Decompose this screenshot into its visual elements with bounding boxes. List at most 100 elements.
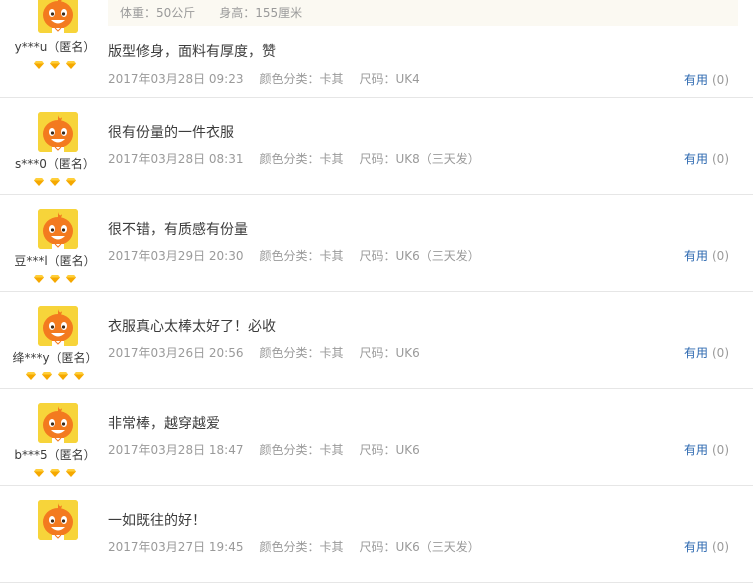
review-item: s***0（匿名） 很有份量的一件衣服 2017年03月28日 08:31 颜色分类… <box>0 98 753 195</box>
reviewer-level <box>0 57 110 71</box>
review-size: 尺码：UK8（三天发） <box>359 152 480 166</box>
review-color: 颜色分类：卡其 <box>259 152 344 166</box>
avatar[interactable] <box>38 209 78 249</box>
review-date: 2017年03月28日 08:31 <box>108 152 244 166</box>
diamond-icon <box>34 60 45 69</box>
review-item: 绛***y（匿名） 衣服真心太棒太好了！必收 2017年03月26日 20:56 颜… <box>0 292 753 389</box>
useful-count: (0) <box>712 152 729 166</box>
tmall-mascot-avatar-icon <box>38 403 78 443</box>
review-size: 尺码：UK6 <box>359 443 420 457</box>
review-content: 很不错，有质感有份量 2017年03月29日 20:30 颜色分类：卡其 尺码：UK6… <box>108 195 753 291</box>
review-content: 版型修身，面料有厚度，赞 2017年03月28日 09:23 颜色分类：卡其 尺码：U… <box>108 0 753 97</box>
review-text: 很有份量的一件衣服 <box>108 125 234 141</box>
avatar[interactable] <box>38 0 78 33</box>
review-item: 豆***l（匿名） 很不错，有质感有份量 2017年03月29日 20:30 颜色分… <box>0 195 753 292</box>
review-text: 很不错，有质感有份量 <box>108 222 248 238</box>
review-date: 2017年03月27日 19:45 <box>108 540 244 554</box>
useful-label[interactable]: 有用 <box>684 73 708 87</box>
reviewer-nick: 绛***y（匿名） <box>12 351 98 365</box>
useful-count: (0) <box>712 540 729 554</box>
review-size: 尺码：UK6（三天发） <box>359 540 480 554</box>
review-size: 尺码：UK6 <box>359 346 420 360</box>
diamond-icon <box>73 371 84 380</box>
review-text: 非常棒，越穿越爱 <box>108 416 220 432</box>
useful-label[interactable]: 有用 <box>684 249 708 263</box>
review-date: 2017年03月28日 18:47 <box>108 443 244 457</box>
diamond-icon <box>26 371 37 380</box>
avatar[interactable] <box>38 500 78 540</box>
tmall-mascot-avatar-icon <box>38 0 78 33</box>
reviewer-level <box>0 368 110 382</box>
review-meta: 2017年03月26日 20:56 颜色分类：卡其 尺码：UK6 <box>108 344 436 361</box>
diamond-icon <box>57 371 68 380</box>
review-meta: 2017年03月29日 20:30 颜色分类：卡其 尺码：UK6（三天发） <box>108 247 496 264</box>
diamond-icon <box>50 468 60 477</box>
review-size: 尺码：UK4 <box>359 72 420 86</box>
review-content: 一如既往的好！ 2017年03月27日 19:45 颜色分类：卡其 尺码：UK6（三天… <box>108 486 753 582</box>
tmall-mascot-avatar-icon <box>38 112 78 152</box>
diamond-icon <box>42 371 53 380</box>
useful-count: (0) <box>712 443 729 457</box>
useful-button[interactable]: 有用 (0) <box>684 247 729 264</box>
diamond-icon <box>65 468 76 477</box>
review-date: 2017年03月26日 20:56 <box>108 346 244 360</box>
useful-label[interactable]: 有用 <box>684 540 708 554</box>
tmall-mascot-avatar-icon <box>38 500 78 540</box>
review-content: 衣服真心太棒太好了！必收 2017年03月26日 20:56 颜色分类：卡其 尺码：U… <box>108 292 753 388</box>
review-text: 一如既往的好！ <box>108 513 206 529</box>
diamond-icon <box>50 177 60 186</box>
review-size: 尺码：UK6（三天发） <box>359 249 480 263</box>
diamond-icon <box>65 274 76 283</box>
reviewer-nick: 豆***l（匿名） <box>14 254 96 268</box>
useful-label[interactable]: 有用 <box>684 443 708 457</box>
review-color: 颜色分类：卡其 <box>259 443 344 457</box>
avatar[interactable] <box>38 403 78 443</box>
reviewer <box>0 486 116 582</box>
diamond-icon <box>50 60 60 69</box>
review-color: 颜色分类：卡其 <box>259 346 344 360</box>
useful-count: (0) <box>712 346 729 360</box>
reviewer: y***u（匿名） <box>0 0 116 89</box>
diamond-icon <box>50 274 60 283</box>
review-date: 2017年03月28日 09:23 <box>108 72 244 86</box>
useful-button[interactable]: 有用 (0) <box>684 71 729 88</box>
tmall-mascot-avatar-icon <box>38 306 78 346</box>
review-text: 衣服真心太棒太好了！必收 <box>108 319 276 335</box>
diamond-icon <box>34 468 45 477</box>
useful-count: (0) <box>712 73 729 87</box>
useful-label[interactable]: 有用 <box>684 152 708 166</box>
diamond-icon <box>65 177 76 186</box>
useful-button[interactable]: 有用 (0) <box>684 441 729 458</box>
review-item: b***5（匿名） 非常棒，越穿越爱 2017年03月28日 18:47 颜色分类：… <box>0 389 753 486</box>
useful-button[interactable]: 有用 (0) <box>684 538 729 555</box>
review-color: 颜色分类：卡其 <box>259 540 344 554</box>
review-date: 2017年03月29日 20:30 <box>108 249 244 263</box>
reviewer: b***5（匿名） <box>0 389 116 485</box>
review-meta: 2017年03月28日 08:31 颜色分类：卡其 尺码：UK8（三天发） <box>108 150 496 167</box>
useful-label[interactable]: 有用 <box>684 346 708 360</box>
review-item: y***u（匿名） 体重：50公斤 身高：155厘米 版型修身，面料有厚度，赞 201… <box>0 0 753 98</box>
review-meta: 2017年03月28日 09:23 颜色分类：卡其 尺码：UK4 <box>108 70 436 87</box>
review-color: 颜色分类：卡其 <box>259 72 344 86</box>
review-list: y***u（匿名） 体重：50公斤 身高：155厘米 版型修身，面料有厚度，赞 201… <box>0 0 753 583</box>
review-color: 颜色分类：卡其 <box>259 249 344 263</box>
avatar[interactable] <box>38 306 78 346</box>
reviewer: 绛***y（匿名） <box>0 292 116 388</box>
reviewer: s***0（匿名） <box>0 98 116 194</box>
useful-button[interactable]: 有用 (0) <box>684 344 729 361</box>
review-content: 非常棒，越穿越爱 2017年03月28日 18:47 颜色分类：卡其 尺码：UK6 有用… <box>108 389 753 485</box>
reviewer-nick: y***u（匿名） <box>14 40 96 54</box>
reviewer-level <box>0 465 110 479</box>
review-meta: 2017年03月28日 18:47 颜色分类：卡其 尺码：UK6 <box>108 441 436 458</box>
reviewer: 豆***l（匿名） <box>0 195 116 291</box>
useful-count: (0) <box>712 249 729 263</box>
reviewer-nick: s***0（匿名） <box>15 157 95 171</box>
review-text: 版型修身，面料有厚度，赞 <box>108 44 276 60</box>
reviewer-level <box>0 271 110 285</box>
avatar[interactable] <box>38 112 78 152</box>
review-content: 很有份量的一件衣服 2017年03月28日 08:31 颜色分类：卡其 尺码：UK8（… <box>108 98 753 194</box>
diamond-icon <box>65 60 76 69</box>
review-item: 一如既往的好！ 2017年03月27日 19:45 颜色分类：卡其 尺码：UK6（三天… <box>0 486 753 583</box>
reviewer-nick: b***5（匿名） <box>14 448 96 462</box>
useful-button[interactable]: 有用 (0) <box>684 150 729 167</box>
